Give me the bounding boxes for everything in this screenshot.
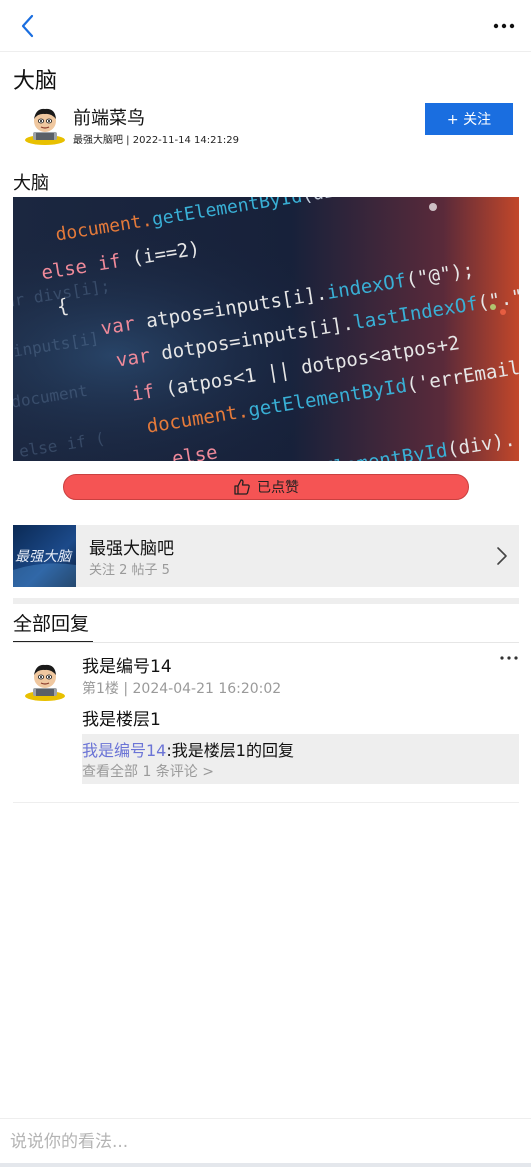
thumbs-up-icon (234, 479, 250, 495)
author-avatar[interactable] (23, 104, 67, 148)
post-title: 大脑 (13, 69, 58, 94)
post-content-text: 大脑 (13, 173, 49, 194)
comment-bar (0, 1118, 531, 1167)
reply-body: 我是楼层1 (82, 710, 161, 730)
chevron-right-icon (497, 547, 507, 565)
reply-more-button[interactable] (498, 650, 520, 666)
comment-input[interactable] (10, 1127, 520, 1157)
post-image[interactable]: document.getElementById(div). else if (i… (13, 197, 519, 461)
follow-button[interactable]: + 关注 (425, 103, 513, 135)
tab-rule (13, 642, 519, 643)
more-options-button[interactable] (491, 12, 517, 40)
sub-reply: 我是编号14:我是楼层1的回复 (82, 737, 294, 761)
tab-all-replies[interactable]: 全部回复 (13, 609, 89, 636)
forum-thumbnail: 最强大脑 (13, 525, 76, 587)
avatar-cartoon-icon (25, 108, 65, 145)
forum-thumb-text: 最强大脑 (15, 549, 73, 565)
sub-reply-box: 我是编号14:我是楼层1的回复 查看全部 1 条评论 > (82, 734, 519, 784)
forum-name: 最强大脑吧 (89, 539, 174, 559)
more-horizontal-icon (493, 23, 515, 29)
back-button[interactable] (16, 12, 42, 40)
forum-card[interactable]: 最强大脑 最强大脑吧 关注 2 帖子 5 (13, 525, 519, 587)
author-name[interactable]: 前端菜鸟 (73, 104, 145, 130)
bottom-strip (0, 1163, 531, 1167)
sub-reply-author[interactable]: 我是编号14 (82, 741, 166, 760)
code-screen-image: document.getElementById(div). else if (i… (13, 197, 519, 461)
like-button[interactable]: 已点赞 (63, 474, 469, 500)
more-horizontal-icon (500, 656, 518, 660)
like-label: 已点赞 (257, 480, 299, 496)
avatar-cartoon-icon (25, 664, 65, 701)
reply-avatar[interactable] (23, 660, 67, 704)
post-meta: 最强大脑吧 | 2022-11-14 14:21:29 (73, 135, 239, 146)
reply-separator (13, 802, 519, 803)
forum-stats: 关注 2 帖子 5 (89, 563, 170, 578)
sub-reply-text: :我是楼层1的回复 (166, 741, 294, 760)
reply-meta: 第1楼 | 2024-04-21 16:20:02 (82, 681, 282, 697)
reply-username[interactable]: 我是编号14 (82, 652, 172, 677)
section-divider (13, 598, 519, 604)
view-all-comments-link[interactable]: 查看全部 1 条评论 > (82, 761, 214, 781)
chevron-left-icon (21, 14, 34, 38)
top-nav-bar (0, 0, 531, 52)
